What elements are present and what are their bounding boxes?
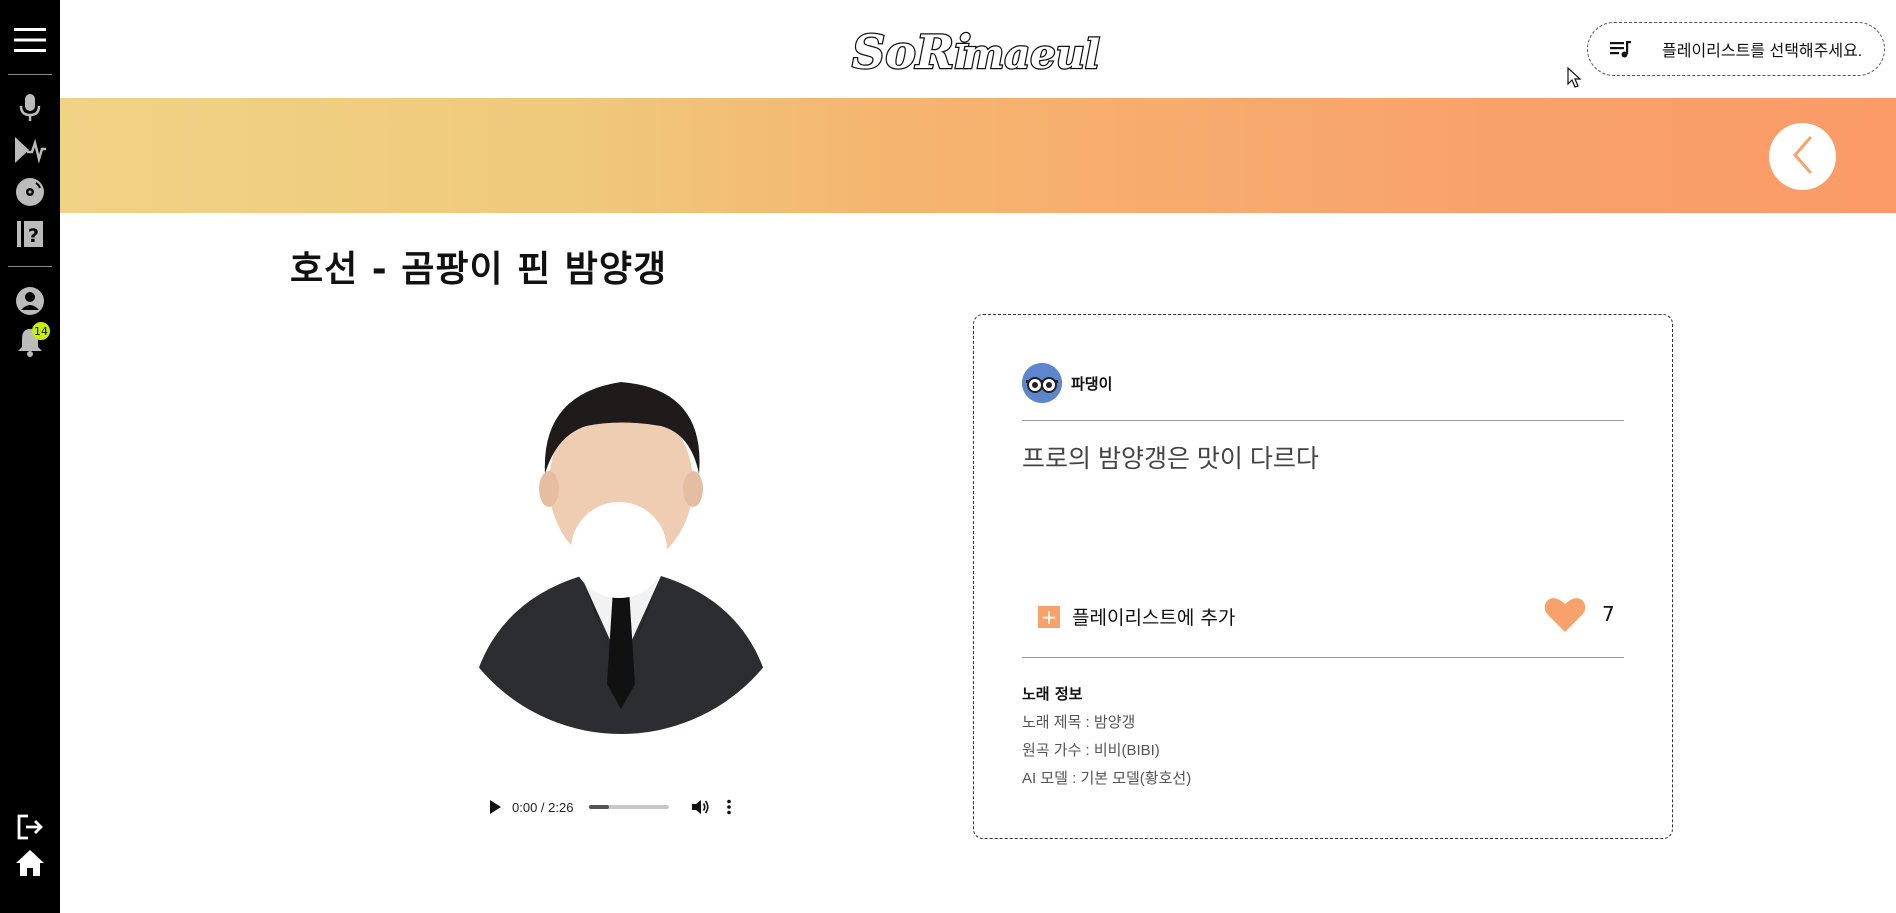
info-ai-model: AI 모델 : 기본 모델(황호선) <box>1022 770 1192 787</box>
progress-slider[interactable] <box>589 805 670 809</box>
svg-text:SoRi: SoRi <box>852 25 972 79</box>
author-avatar[interactable] <box>1022 363 1062 403</box>
song-info-card: 파댕이 프로의 밤양갱은 맛이 다르다 + 플레이리스트에 추가 7 노래 정보… <box>973 314 1673 839</box>
notification-badge: 14 <box>32 322 50 340</box>
info-song-title: 노래 제목 : 밤양갱 <box>1022 714 1136 731</box>
volume-icon[interactable] <box>691 799 709 815</box>
info-heading: 노래 정보 <box>1022 685 1083 703</box>
svg-text:maeul: maeul <box>962 31 1100 78</box>
divider <box>1022 420 1624 421</box>
bell-icon[interactable] <box>0 325 60 359</box>
info-original-artist: 원곡 가수 : 비비(BIBI) <box>1022 742 1160 759</box>
menu-icon[interactable] <box>0 24 60 56</box>
sidebar: ? 14 <box>0 0 60 913</box>
help-book-icon[interactable]: ? <box>0 218 60 250</box>
like-count: 7 <box>1602 602 1615 626</box>
page-title: 호선 - 곰팡이 핀 밤양갱 <box>290 249 668 290</box>
play-icon[interactable] <box>488 799 502 815</box>
back-button[interactable] <box>1769 123 1836 190</box>
add-to-playlist-button[interactable]: + 플레이리스트에 추가 <box>1038 603 1235 630</box>
audio-player: 0:00 / 2:26 <box>488 795 768 819</box>
music-wave-icon[interactable] <box>0 134 60 166</box>
cover-photo <box>461 364 781 734</box>
plus-icon: + <box>1038 605 1060 628</box>
divider <box>1022 657 1624 658</box>
microphone-icon[interactable] <box>0 92 60 124</box>
svg-text:?: ? <box>28 225 39 247</box>
playlist-selector[interactable]: 플레이리스트를 선택해주세요. <box>1587 22 1885 76</box>
logo[interactable]: SoRi maeul <box>850 18 1110 81</box>
more-options-icon[interactable] <box>727 799 732 815</box>
mouse-cursor-icon <box>1567 66 1583 93</box>
profile-icon[interactable] <box>0 285 60 317</box>
playlist-prompt: 플레이리스트를 선택해주세요. <box>1662 43 1863 60</box>
chevron-left-icon <box>1791 135 1815 179</box>
add-to-playlist-label: 플레이리스트에 추가 <box>1072 607 1236 629</box>
logout-icon[interactable] <box>0 812 60 842</box>
author-name[interactable]: 파댕이 <box>1071 373 1112 394</box>
player-time: 0:00 / 2:26 <box>512 799 574 815</box>
home-icon[interactable] <box>0 848 60 878</box>
song-description: 프로의 밤양갱은 맛이 다르다 <box>1022 445 1319 473</box>
banner <box>60 98 1896 213</box>
playlist-icon <box>1608 37 1632 61</box>
heart-icon[interactable] <box>1544 595 1586 637</box>
disc-icon[interactable] <box>0 176 60 208</box>
